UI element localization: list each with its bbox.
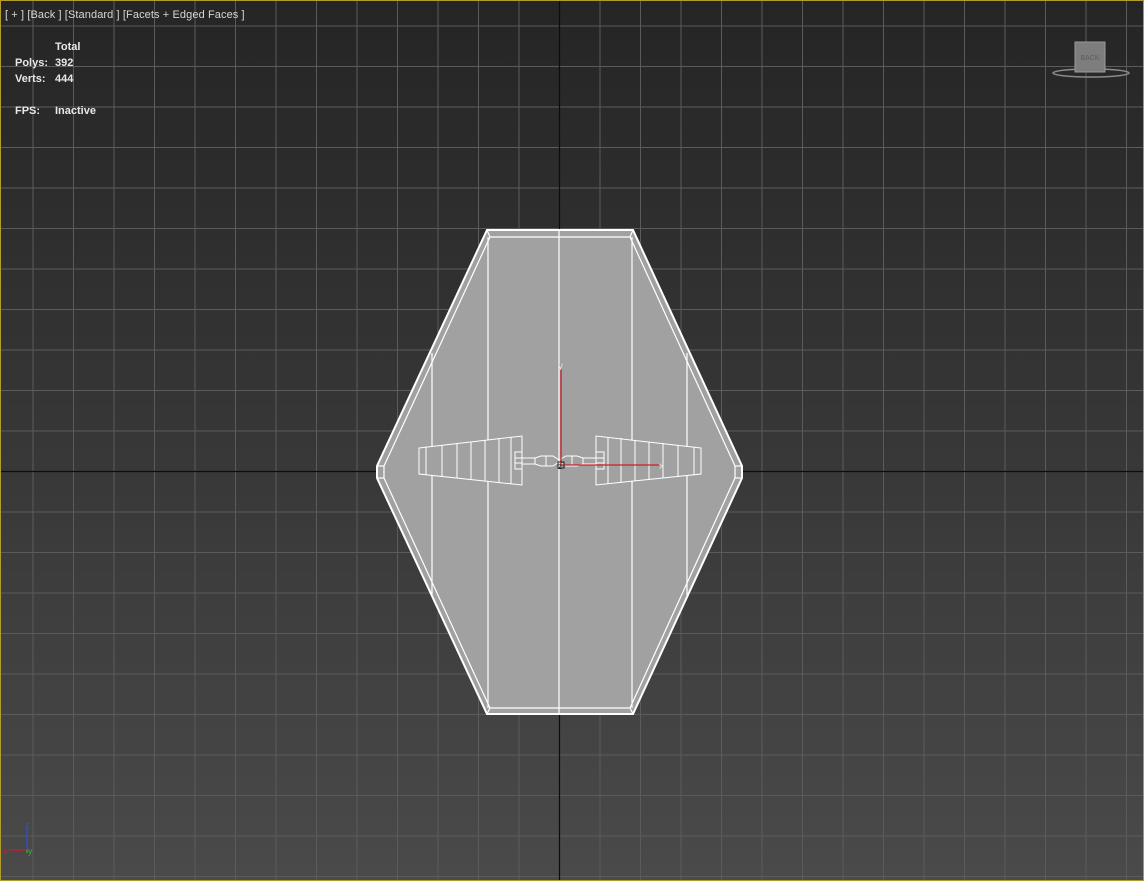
tripod-x-label: x xyxy=(3,846,8,856)
tripod-y-label: y xyxy=(28,846,33,856)
gizmo-y-label: y xyxy=(558,361,563,372)
gizmo-x-label: x xyxy=(659,461,664,472)
viewport-label-menu[interactable]: [ + ] [Back ] [Standard ] [Facets + Edge… xyxy=(5,9,245,21)
viewport-back[interactable]: y x z [ + ] [Back ] [Standard ] [Facets … xyxy=(0,0,1144,881)
verts-value: 444 xyxy=(55,73,74,85)
verts-label: Verts: xyxy=(15,73,46,85)
axis-tripod-icon: z x y xyxy=(3,820,33,856)
viewport-point-of-view-menu[interactable]: [Back ] xyxy=(27,9,61,21)
gizmo-z-label: z xyxy=(558,462,562,471)
stats-total-header: Total xyxy=(55,41,81,53)
polys-value: 392 xyxy=(55,57,74,69)
mesh-object[interactable] xyxy=(376,229,743,715)
viewport-visual-style-menu[interactable]: [Facets + Edged Faces ] xyxy=(123,9,245,21)
viewport-general-menu[interactable]: [ + ] xyxy=(5,9,24,21)
tripod-z-label: z xyxy=(25,820,30,830)
fps-label: FPS: xyxy=(15,105,41,117)
viewcube[interactable]: BACK xyxy=(1051,39,1131,81)
fps-value: Inactive xyxy=(55,105,96,117)
viewport-scene[interactable]: y x z xyxy=(1,1,1144,881)
viewcube-face-label: BACK xyxy=(1080,55,1099,62)
viewport-shading-menu[interactable]: [Standard ] xyxy=(65,9,120,21)
polys-label: Polys: xyxy=(15,57,49,69)
